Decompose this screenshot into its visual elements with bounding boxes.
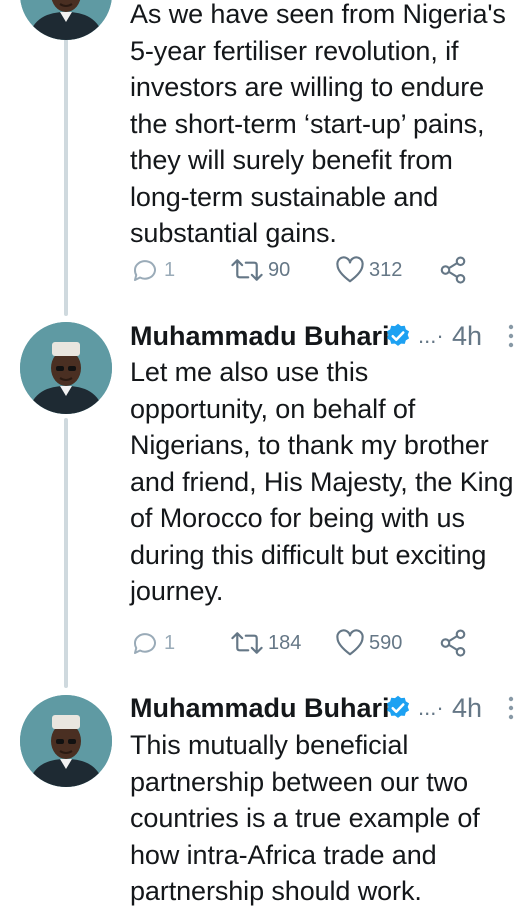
tweet-text: Let me also use this opportunity, on beh… [130,357,514,606]
author-handle: ...· [418,323,444,348]
retweet-count: 184 [268,631,302,654]
verified-badge-icon [386,323,410,346]
tweet-actions: 1 184 590 [130,625,530,661]
reply-button[interactable]: 1 [130,252,175,288]
tweet-header: Muhammadu Buhari ...· 4h [130,690,531,730]
retweet-icon [231,632,263,654]
avatar-image [20,322,112,414]
more-options-icon[interactable] [507,323,515,349]
tweet-text: As we have seen from Nigeria's 5-year fe… [130,0,506,248]
like-count: 590 [369,631,403,654]
retweet-button[interactable]: 90 [230,252,290,288]
thread-line [64,418,68,688]
share-button[interactable] [438,252,468,288]
like-button[interactable]: 312 [335,252,402,288]
avatar-image [20,0,112,40]
verified-badge-icon [386,695,410,718]
share-button[interactable] [438,625,468,661]
thread-line [64,38,68,316]
heart-icon [336,256,364,283]
avatar[interactable] [20,695,112,787]
author-name[interactable]: Muhammadu Buhari [130,318,390,354]
author-name[interactable]: Muhammadu Buhari [130,690,390,726]
tweet-header: Muhammadu Buhari ...· 4h [130,318,531,358]
tweet-text: This mutually beneficial partnership bet… [130,730,480,906]
reply-count: 1 [164,631,176,654]
share-icon [440,629,466,657]
reply-count: 1 [164,258,176,281]
avatar-image [20,695,112,787]
more-options-icon[interactable] [507,695,515,721]
author-handle: ...· [418,695,444,720]
avatar[interactable] [20,322,112,414]
retweet-icon [231,259,263,281]
avatar[interactable] [20,0,112,40]
tweet-timestamp[interactable]: 4h [452,318,482,354]
like-count: 312 [369,258,403,281]
retweet-count: 90 [268,258,291,281]
tweet-actions: 1 90 312 [130,252,530,288]
reply-icon [133,260,156,281]
tweet-timestamp[interactable]: 4h [452,690,482,726]
retweet-button[interactable]: 184 [230,625,301,661]
heart-icon [336,629,364,656]
share-icon [440,256,466,284]
reply-button[interactable]: 1 [130,625,175,661]
like-button[interactable]: 590 [335,625,402,661]
reply-icon [133,633,156,654]
